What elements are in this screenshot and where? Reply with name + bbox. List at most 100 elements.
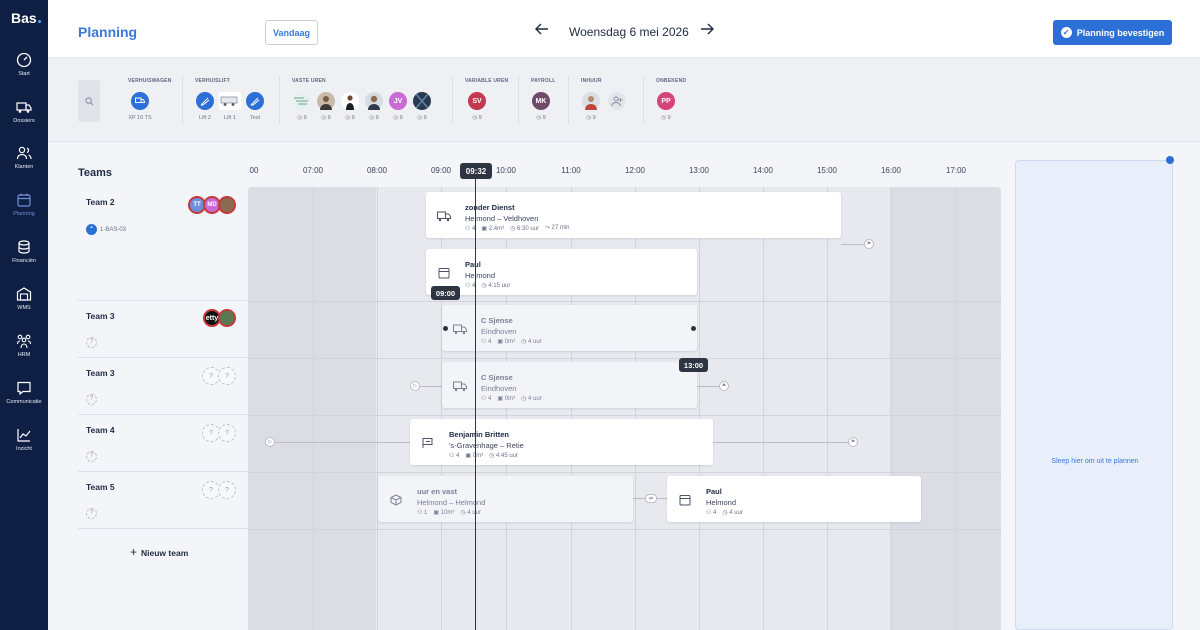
chart-icon bbox=[17, 429, 31, 442]
resource-item[interactable]: ◷ 9 bbox=[410, 92, 434, 121]
team-row[interactable]: Team 3 etty ? bbox=[78, 301, 248, 358]
employee-avatar bbox=[293, 92, 311, 110]
lift-icon bbox=[196, 92, 214, 110]
page-title: Planning bbox=[78, 24, 138, 40]
team-members: ? ? bbox=[202, 424, 236, 442]
resource-item[interactable]: ◷ 9 bbox=[290, 92, 314, 121]
job-card[interactable]: uur en vast Helmond – Helmond ⚇ 1 ▣ 10m³… bbox=[378, 476, 633, 522]
resource-bar: VERHUISWAGEN XP 10 TS VERHUISLIFT Lift 2… bbox=[48, 58, 1200, 142]
team-name: Team 3 bbox=[86, 368, 115, 378]
teams-heading: Teams bbox=[78, 167, 113, 179]
resource-item[interactable]: Test bbox=[243, 92, 267, 121]
resource-group-title: VERHUISWAGEN bbox=[128, 78, 172, 84]
volume-icon: ▣ 10m³ bbox=[433, 510, 455, 516]
member-avatar[interactable] bbox=[218, 196, 236, 214]
resource-item[interactable]: ◷ 9 bbox=[314, 92, 338, 121]
new-team-button[interactable]: + Nieuw team bbox=[130, 545, 188, 559]
resource-item[interactable]: ◷ 9 bbox=[338, 92, 362, 121]
team-members: ? ? bbox=[202, 367, 236, 385]
unschedule-dropzone[interactable]: Sleep hier om uit te plannen bbox=[1015, 160, 1173, 630]
sidebar-item-start[interactable]: Start bbox=[0, 52, 48, 92]
confirm-planning-button[interactable]: ✓ Planning bevestigen bbox=[1053, 20, 1172, 45]
member-placeholder[interactable]: ? bbox=[218, 481, 236, 499]
drag-end-time-badge: 13:00 bbox=[679, 358, 708, 372]
divider bbox=[643, 76, 644, 124]
volume-icon: ▣ 2.4m³ bbox=[481, 226, 505, 232]
clock-icon: ◷ 4 uur bbox=[521, 396, 542, 402]
sidebar-item-inzicht[interactable]: Inzicht bbox=[0, 427, 48, 467]
employee-avatar bbox=[317, 92, 335, 110]
resource-item[interactable]: XP 10 TS bbox=[128, 92, 152, 121]
grid-line bbox=[248, 301, 1001, 302]
team-name: Team 4 bbox=[86, 425, 115, 435]
calendar-icon bbox=[679, 495, 691, 506]
member-placeholder[interactable]: ? bbox=[218, 424, 236, 442]
hour-label: 00 bbox=[249, 166, 259, 175]
resource-item[interactable]: JV ◷ 9 bbox=[386, 92, 410, 121]
sidebar-item-hrm[interactable]: HRM bbox=[0, 333, 48, 373]
hour-label: 09:00 bbox=[430, 166, 452, 175]
job-title: zonder Dienst bbox=[465, 203, 515, 212]
sidebar-item-planning[interactable]: Planning bbox=[0, 192, 48, 232]
persons-icon: ⚇ 4 bbox=[706, 510, 717, 516]
calendar-icon bbox=[17, 193, 31, 207]
next-day-icon[interactable] bbox=[700, 22, 714, 40]
start-node[interactable]: ▷ bbox=[265, 437, 275, 447]
resource-item[interactable]: SV ◷ 9 bbox=[465, 92, 489, 121]
team-row[interactable]: Team 2 TT MD ▪ 1-BAS-03 bbox=[78, 188, 248, 301]
team-row[interactable]: Team 5 ? ? ? bbox=[78, 472, 248, 529]
sidebar-item-dossiers[interactable]: Dossiers bbox=[0, 99, 48, 139]
resource-hours: ◷ 9 bbox=[417, 115, 427, 121]
resource-item[interactable]: PP ◷ 9 bbox=[654, 92, 678, 121]
resize-handle-end[interactable] bbox=[691, 326, 696, 331]
member-avatar[interactable] bbox=[218, 309, 236, 327]
job-route: Eindhoven bbox=[481, 327, 517, 336]
resource-item[interactable]: ◷ 9 bbox=[579, 92, 603, 121]
resource-item[interactable]: Lift 2 bbox=[193, 92, 217, 121]
job-card[interactable]: Benjamin Britten 's-Gravenhage – Retie ⚇… bbox=[410, 419, 713, 465]
sidebar-item-klanten[interactable]: Klanten bbox=[0, 145, 48, 185]
job-route: Helmond bbox=[465, 271, 496, 280]
team-row[interactable]: Team 3 ? ? ? bbox=[78, 358, 248, 415]
sidebar-item-wms[interactable]: WMS bbox=[0, 286, 48, 326]
transfer-node[interactable]: ⇄ bbox=[645, 494, 657, 503]
app-logo[interactable]: Bas bbox=[11, 10, 41, 26]
start-node[interactable]: ▷ bbox=[410, 381, 420, 391]
sidebar-item-financien[interactable]: Financiën bbox=[0, 239, 48, 279]
grid-line bbox=[891, 187, 892, 630]
lift-icon bbox=[246, 92, 264, 110]
member-placeholder[interactable]: ? bbox=[218, 367, 236, 385]
end-node[interactable]: ⚑ bbox=[848, 437, 858, 447]
top-bar: Planning Vandaag Woensdag 6 mei 2026 ✓ P… bbox=[48, 0, 1200, 58]
end-node[interactable]: ⚑ bbox=[864, 239, 874, 249]
team-members: etty bbox=[203, 309, 236, 327]
current-time-line bbox=[475, 179, 476, 630]
job-card[interactable]: Paul Helmond ⚇ 4 ◷ 4 uur bbox=[667, 476, 921, 522]
route-icon: ⤳ 27 min bbox=[545, 225, 570, 231]
truck-icon: ▪ bbox=[86, 224, 97, 235]
team-name: Team 5 bbox=[86, 482, 115, 492]
resource-search-button[interactable] bbox=[78, 80, 100, 122]
job-card[interactable]: Paul Helmond ⚇ 4 ◷ 4:15 uur bbox=[426, 249, 697, 295]
resize-handle-start[interactable] bbox=[443, 326, 448, 331]
resource-item[interactable]: Lift 1 bbox=[218, 92, 242, 121]
job-meta: ⚇ 4 ▣ 0m³ ◷ 4:45 uur bbox=[449, 452, 518, 459]
add-resource-button[interactable] bbox=[605, 92, 629, 110]
resource-item[interactable]: MK ◷ 9 bbox=[529, 92, 553, 121]
truck-icon bbox=[453, 381, 467, 392]
resource-item[interactable]: ◷ 9 bbox=[362, 92, 386, 121]
job-card[interactable]: C Sjense Eindhoven ⚇ 4 ▣ 0m³ ◷ 4 uur bbox=[442, 362, 697, 408]
resource-hours: ◷ 9 bbox=[297, 115, 307, 121]
team-row[interactable]: Team 4 ? ? ? bbox=[78, 415, 248, 472]
today-button[interactable]: Vandaag bbox=[265, 20, 318, 45]
end-node[interactable]: ⚑ bbox=[719, 381, 729, 391]
team-name: Team 3 bbox=[86, 311, 115, 321]
job-route: Helmond bbox=[706, 498, 737, 507]
job-meta: ⚇ 4 ▣ 0m³ ◷ 4 uur bbox=[481, 338, 542, 345]
job-card-dragging[interactable]: C Sjense Eindhoven ⚇ 4 ▣ 0m³ ◷ 4 uur bbox=[442, 305, 697, 351]
previous-day-icon[interactable] bbox=[535, 22, 549, 40]
resource-hours: ◷ 9 bbox=[586, 115, 596, 121]
job-card[interactable]: zonder Dienst Helmond – Veldhoven ⚇ 4 ▣ … bbox=[426, 192, 841, 238]
sidebar-item-communicatie[interactable]: Communicatie bbox=[0, 380, 48, 420]
resource-hours: ◷ 9 bbox=[321, 115, 331, 121]
